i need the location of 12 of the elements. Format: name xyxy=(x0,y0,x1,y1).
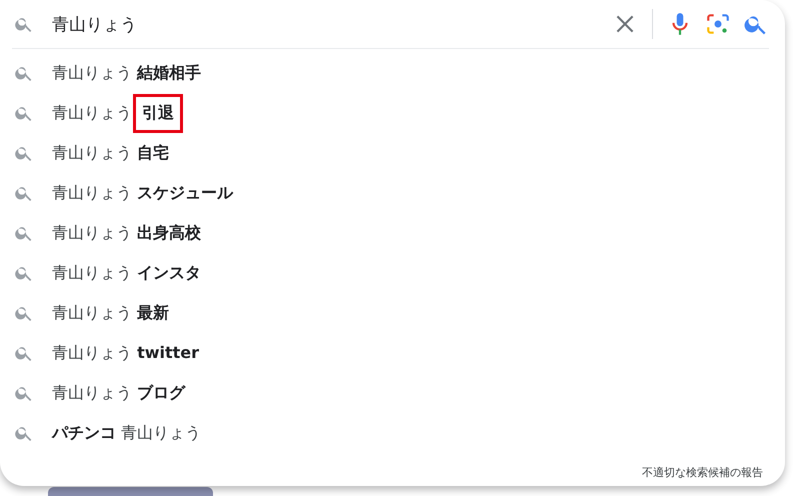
suggestion-item[interactable]: パチンコ 青山りょう xyxy=(52,418,202,448)
suggestion-item[interactable]: 青山りょう スケジュール xyxy=(52,178,234,208)
suggestion-item[interactable]: 青山りょう 最新 xyxy=(52,298,170,328)
suggestion-item[interactable]: 青山りょう ブログ xyxy=(52,378,186,408)
suggestion-item[interactable]: 青山りょう 自宅 xyxy=(52,138,170,168)
suggestion-item[interactable]: 青山りょう twitter xyxy=(52,338,200,368)
search-input[interactable]: 青山りょう xyxy=(52,14,600,34)
suggestion-item[interactable]: 青山りょう 結婚相手 xyxy=(52,58,202,88)
suggestion-item[interactable]: 青山りょう 出身高校 xyxy=(52,218,202,248)
suggestion-item[interactable]: 青山りょう 引退 xyxy=(52,90,184,136)
report-link[interactable]: 不適切な検索候補の報告 xyxy=(642,465,763,480)
suggestion-item[interactable]: 青山りょう インスタ xyxy=(52,258,202,288)
